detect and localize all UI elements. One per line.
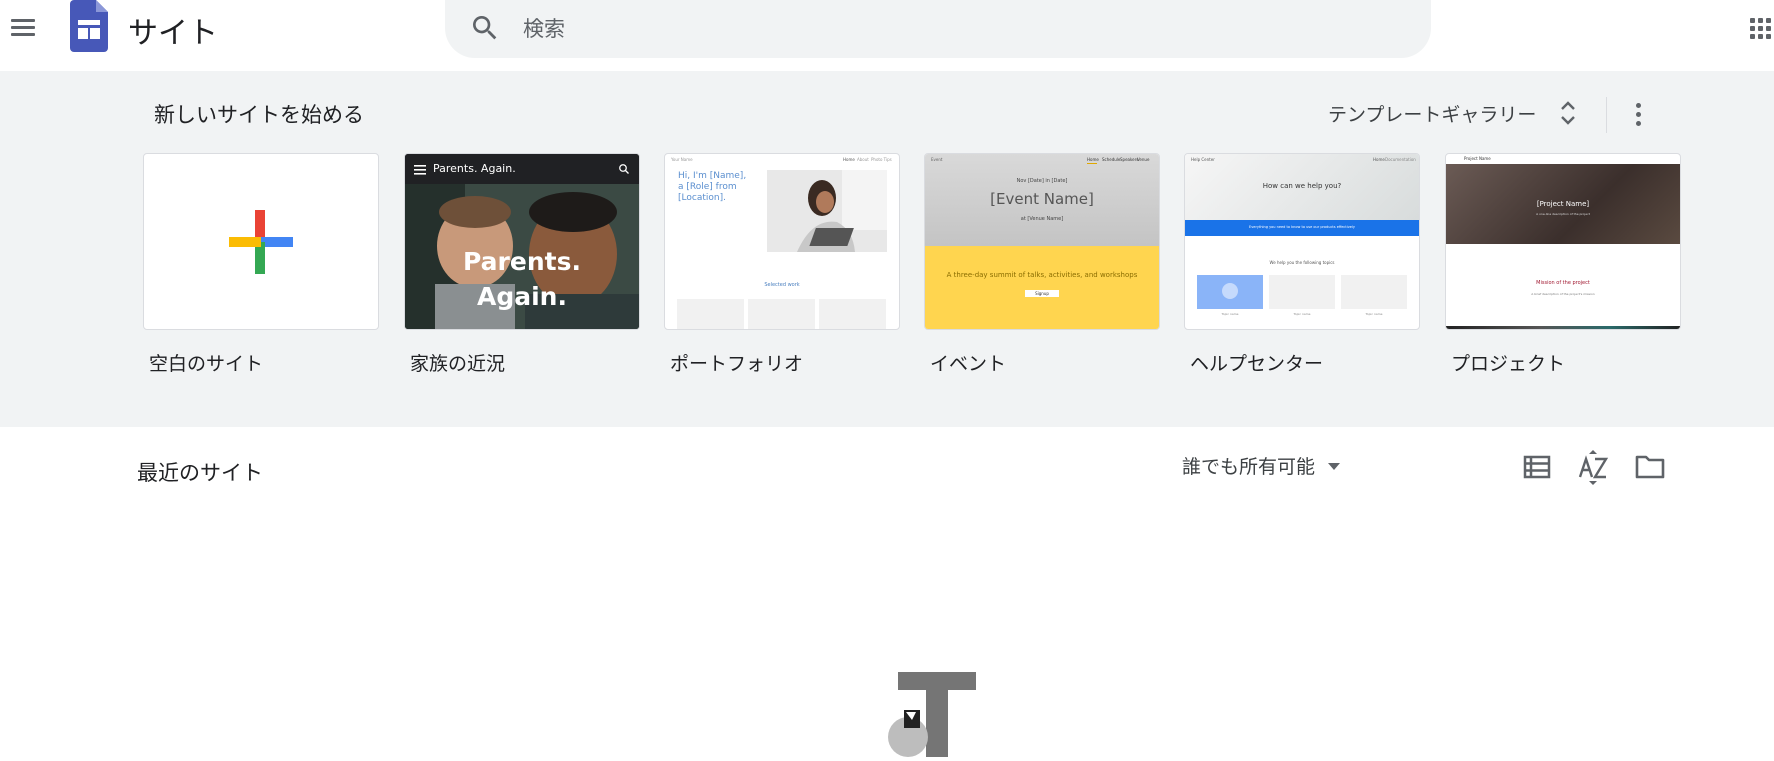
template-label[interactable]: プロジェクト	[1451, 349, 1565, 376]
thumbnail-mission-text: A brief description of the project's mis…	[1531, 292, 1595, 296]
template-gallery-toggle[interactable]: テンプレートギャラリー	[1328, 93, 1578, 133]
sort-az-icon[interactable]	[1573, 447, 1613, 487]
template-card-event[interactable]: Event Home Schedule Speakers Venue Nov […	[924, 153, 1160, 375]
thumbnail-nav-item: About	[857, 157, 869, 162]
thumbnail-hero-text: Parents. Again.	[405, 244, 639, 314]
template-thumbnail[interactable]: Your Name Home About Photo Tips Hi, I'm …	[664, 153, 900, 330]
hero-line: Again.	[477, 282, 567, 311]
thumbnail-intro: Hi, I'm [Name], a [Role] from [Location]…	[678, 171, 747, 203]
thumbnail-project-title: [Project Name]	[1536, 200, 1590, 208]
section-heading: 新しいサイトを始める	[154, 103, 364, 127]
template-thumbnail[interactable]	[143, 153, 379, 330]
template-card-portfolio[interactable]: Your Name Home About Photo Tips Hi, I'm …	[664, 153, 900, 375]
thumbnail-nav-item: Documentation	[1385, 157, 1416, 162]
template-label[interactable]: 家族の近況	[410, 349, 505, 376]
template-thumbnail[interactable]: Project Name [Project Name] A one-line d…	[1445, 153, 1681, 330]
thumbnail-date: Nov [Date] in [Date]	[1016, 178, 1068, 184]
top-app-bar: サイト 検索	[0, 0, 1774, 70]
thumbnail-mission-title: Mission of the project	[1536, 280, 1590, 286]
thumbnail-site-title: Project Name	[1464, 156, 1491, 161]
thumbnail-topic-tile	[1341, 275, 1407, 309]
app-title[interactable]: サイト	[128, 8, 218, 52]
thumbnail-topic-name: Topic name	[1221, 312, 1239, 316]
thumbnail-signup-button: Signup	[1025, 290, 1059, 297]
thumbnail-site-title: Help Center	[1191, 157, 1215, 162]
thumbnail-grid-tile	[819, 299, 886, 329]
thumbnail-nav-item: Speakers	[1120, 157, 1139, 162]
thumbnail-question: How can we help you?	[1262, 182, 1342, 190]
thumbnail-grid-tile	[748, 299, 815, 329]
owner-filter-label[interactable]: 誰でも所有可能	[1182, 452, 1315, 479]
thumbnail-topic-tile	[1269, 275, 1335, 309]
folder-icon[interactable]	[1630, 447, 1670, 487]
nav-underline	[1087, 163, 1097, 164]
event-yellow-band	[925, 246, 1159, 329]
thumbnail-nav-item: Home	[1087, 157, 1099, 162]
apps-grid-icon[interactable]	[1750, 14, 1774, 42]
thumbnail-topic-name: Topic name	[1365, 312, 1383, 316]
search-bar[interactable]: 検索	[445, 0, 1431, 58]
template-card-help-center[interactable]: Help Center Home Documentation How can w…	[1184, 153, 1420, 375]
template-label[interactable]: ヘルプセンター	[1190, 349, 1323, 376]
template-label[interactable]: ポートフォリオ	[670, 349, 803, 376]
menu-icon-bar	[11, 26, 35, 29]
thumbnail-nav-item: Home	[843, 157, 855, 162]
thumbnail-banner-text: Everything you need to know to use our p…	[1249, 225, 1355, 229]
template-thumbnail[interactable]: Parents. Again. Parents. Again.	[404, 153, 640, 330]
list-view-icon[interactable]	[1517, 447, 1557, 487]
template-card-family[interactable]: Parents. Again. Parents. Again. 家族の近況	[404, 153, 640, 375]
main-menu-button[interactable]	[8, 13, 38, 43]
thumbnail-site-title: Your Name	[671, 157, 693, 162]
search-icon	[619, 164, 629, 174]
template-gallery-label[interactable]: テンプレートギャラリー	[1328, 100, 1536, 127]
thumbnail-event-name: [Event Name]	[990, 190, 1094, 208]
thumbnail-venue: at [Venue Name]	[1020, 216, 1064, 222]
thumbnail-nav-item: Venue	[1137, 157, 1150, 162]
thumbnail-footer-strip	[1446, 326, 1680, 329]
recent-sites-title: 最近のサイト	[137, 461, 263, 485]
template-thumbnail[interactable]: Event Home Schedule Speakers Venue Nov […	[924, 153, 1160, 330]
owner-filter-dropdown[interactable]: 誰でも所有可能	[1182, 452, 1341, 479]
menu-icon-bar	[11, 33, 35, 36]
plus-icon	[229, 210, 293, 274]
thumbnail-tagline: A three-day summit of talks, activities,…	[946, 271, 1138, 279]
thumbnail-project-subtitle: A one-line description of the project	[1536, 212, 1590, 216]
template-label[interactable]: イベント	[930, 349, 1006, 376]
template-card-blank[interactable]: 空白のサイト	[143, 153, 379, 375]
empty-state-illustration	[868, 672, 978, 761]
template-label[interactable]: 空白のサイト	[149, 349, 263, 376]
thumbnail-nav-item: Home	[1373, 157, 1385, 162]
google-sites-logo-icon[interactable]	[70, 0, 108, 56]
unfold-more-icon	[1561, 101, 1576, 125]
thumbnail-site-title: Parents. Again.	[433, 162, 516, 175]
thumbnail-subheading: We help you the following topics	[1269, 260, 1335, 265]
thumbnail-nav-item: Photo Tips	[871, 157, 892, 162]
thumbnail-grid-tile	[677, 299, 744, 329]
more-vert-icon[interactable]	[1622, 99, 1654, 131]
search-icon[interactable]	[469, 12, 501, 48]
thumbnail-logo: Event	[931, 157, 943, 162]
divider	[1606, 97, 1607, 133]
search-input[interactable]: 検索	[523, 13, 565, 43]
menu-icon-bar	[11, 19, 35, 22]
thumbnail-topic-icon	[1222, 283, 1238, 299]
thumbnail-topic-name: Topic name	[1293, 312, 1311, 316]
template-thumbnail[interactable]: Help Center Home Documentation How can w…	[1184, 153, 1420, 330]
thumbnail-nav-item: Schedule	[1102, 157, 1121, 162]
thumbnail-section-title: Selected work	[764, 282, 800, 288]
menu-icon	[414, 165, 426, 175]
template-card-project[interactable]: Project Name [Project Name] A one-line d…	[1445, 153, 1681, 375]
arrow-drop-down-icon	[1328, 462, 1341, 470]
portfolio-photo	[767, 170, 887, 252]
template-section: 新しいサイトを始める テンプレートギャラリー 空白のサイト Parents. A…	[0, 71, 1774, 427]
hero-line: Parents.	[463, 247, 581, 276]
